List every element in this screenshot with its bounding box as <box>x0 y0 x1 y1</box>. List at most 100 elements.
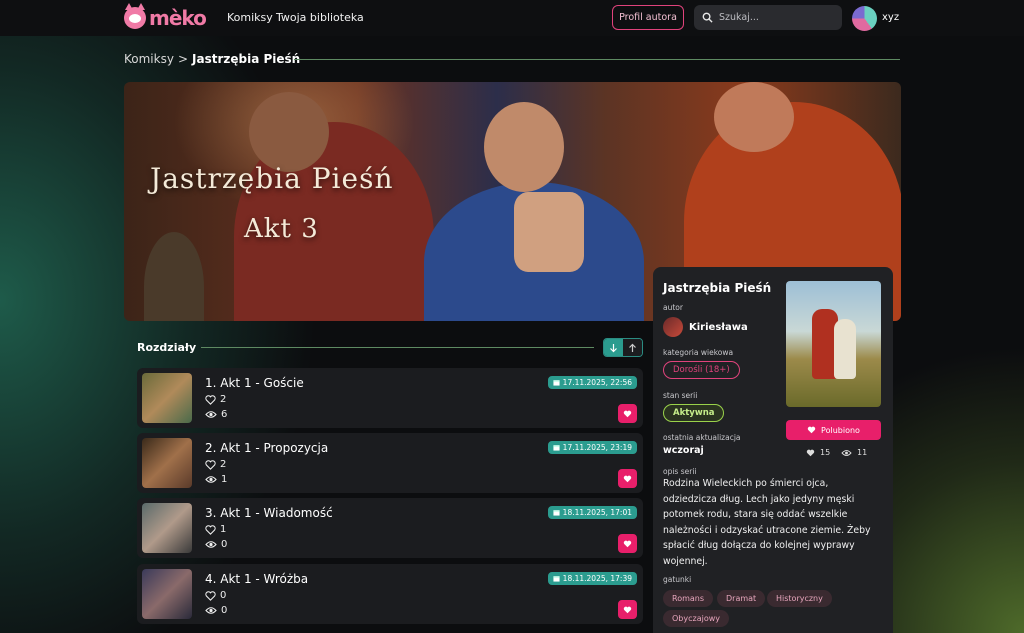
arrow-down-icon <box>610 343 617 352</box>
nav-link-library[interactable]: Twoja biblioteka <box>276 11 364 24</box>
genre-tag[interactable]: Dramat <box>717 590 766 607</box>
chapter-likes: 2 <box>205 459 226 470</box>
chapter-title: 3. Akt 1 - Wiadomość <box>205 506 333 520</box>
site-logo[interactable]: mèko <box>124 3 207 32</box>
views-count: 0 <box>221 539 228 550</box>
series-likes-count: 15 <box>806 448 830 457</box>
chapter-likes: 2 <box>205 394 226 405</box>
calendar-icon <box>553 576 560 582</box>
search-box[interactable] <box>694 5 842 30</box>
heart-icon <box>623 606 632 613</box>
chapter-likes: 1 <box>205 524 226 535</box>
search-input[interactable] <box>719 12 837 23</box>
chapter-views: 6 <box>205 409 227 420</box>
series-description: Rodzina Wieleckich po śmierci ojca, odzi… <box>663 478 871 567</box>
arrow-up-icon <box>629 343 636 352</box>
chapter-row[interactable]: 3. Akt 1 - Wiadomość 1 0 18.11.2025, 17:… <box>137 498 643 558</box>
chapter-date-badge: 17.11.2025, 22:56 <box>547 376 637 389</box>
breadcrumb: Komiksy > Jastrzębia Pieśń <box>124 52 300 66</box>
chapter-like-button[interactable] <box>618 600 637 619</box>
eye-icon <box>205 541 217 548</box>
chapter-date-badge: 18.11.2025, 17:01 <box>547 506 637 519</box>
series-title: Jastrzębia Pieśń <box>663 281 772 295</box>
eye-icon <box>205 476 217 483</box>
chapters-heading: Rozdziały <box>137 341 197 354</box>
series-cover-image <box>786 281 881 407</box>
chapter-row[interactable]: 2. Akt 1 - Propozycja 2 1 17.11.2025, 23… <box>137 433 643 493</box>
heart-outline-icon <box>205 394 216 405</box>
author-label: autor <box>663 303 683 312</box>
banner-subtitle: Akt 3 <box>244 214 319 244</box>
series-status-badge: Aktywna <box>663 404 725 422</box>
chapters-divider <box>201 347 594 348</box>
banner-title: Jastrzębia Pieśń <box>150 162 394 195</box>
likes-count: 2 <box>220 459 227 470</box>
chapter-thumbnail <box>142 569 192 619</box>
nav-link-comics[interactable]: Komiksy <box>227 11 273 24</box>
eye-icon <box>205 607 217 614</box>
chapter-views: 0 <box>205 605 227 616</box>
author-avatar <box>663 317 683 337</box>
chapter-row[interactable]: 1. Akt 1 - Goście 2 6 17.11.2025, 22:56 <box>137 368 643 428</box>
sort-descending-button[interactable] <box>604 339 623 356</box>
chapter-like-button[interactable] <box>618 469 637 488</box>
breadcrumb-separator: > <box>177 52 189 66</box>
likes-count: 2 <box>220 394 227 405</box>
sort-toggle <box>603 338 643 357</box>
chapter-like-button[interactable] <box>618 404 637 423</box>
heart-outline-icon <box>205 590 216 601</box>
cat-logo-icon <box>124 3 146 29</box>
chapter-like-button[interactable] <box>618 534 637 553</box>
genres-label: gatunki <box>663 575 692 584</box>
heart-icon <box>623 475 632 482</box>
eye-icon <box>205 411 217 418</box>
top-navigation-bar: mèko Komiksy Twoja biblioteka Profil aut… <box>0 0 1024 36</box>
chapter-title: 2. Akt 1 - Propozycja <box>205 441 329 455</box>
chapter-date-badge: 17.11.2025, 23:19 <box>547 441 637 454</box>
chapter-date-badge: 18.11.2025, 17:39 <box>547 572 637 585</box>
views-count: 0 <box>221 605 228 616</box>
chapter-title: 4. Akt 1 - Wróżba <box>205 572 309 586</box>
chapter-title: 1. Akt 1 - Goście <box>205 376 304 390</box>
user-avatar[interactable] <box>852 6 877 31</box>
sort-ascending-button[interactable] <box>623 339 642 356</box>
heart-icon <box>807 426 816 434</box>
last-update-label: ostatnia aktualizacja <box>663 433 741 442</box>
genre-tag[interactable]: Obyczajowy <box>663 610 730 627</box>
breadcrumb-divider <box>294 59 900 60</box>
age-category-label: kategoria wiekowa <box>663 348 734 357</box>
genre-tag[interactable]: Historyczny <box>767 590 832 607</box>
likes-count: 0 <box>220 590 227 601</box>
chapter-thumbnail <box>142 503 192 553</box>
genre-tag[interactable]: Romans <box>663 590 714 607</box>
views-count: 1 <box>221 474 228 485</box>
heart-outline-icon <box>205 524 216 535</box>
description-label: opis serii <box>663 467 697 476</box>
chapter-thumbnail <box>142 438 192 488</box>
search-icon <box>702 12 713 23</box>
breadcrumb-link-comics[interactable]: Komiksy <box>124 52 174 66</box>
username[interactable]: xyz <box>882 12 899 23</box>
calendar-icon <box>553 445 560 451</box>
age-rating-badge: Dorośli (18+) <box>663 361 740 379</box>
views-count: 6 <box>221 409 228 420</box>
liked-button[interactable]: Polubiono <box>786 420 881 440</box>
heart-outline-icon <box>205 459 216 470</box>
calendar-icon <box>553 510 560 516</box>
series-info-panel: Jastrzębia Pieśń autor Kiriesława katego… <box>653 267 893 633</box>
chapter-row[interactable]: 4. Akt 1 - Wróżba 0 0 18.11.2025, 17:39 <box>137 564 643 624</box>
likes-count: 1 <box>220 524 227 535</box>
series-views-count: 11 <box>841 448 867 457</box>
chapter-thumbnail <box>142 373 192 423</box>
series-status-label: stan serii <box>663 391 698 400</box>
eye-icon <box>841 449 852 456</box>
chapter-likes: 0 <box>205 590 226 601</box>
logo-text: mèko <box>149 6 207 30</box>
heart-icon <box>806 449 815 456</box>
chapter-views: 0 <box>205 539 227 550</box>
calendar-icon <box>553 380 560 386</box>
author-profile-button[interactable]: Profil autora <box>612 5 684 30</box>
author-link[interactable]: Kiriesława <box>663 317 748 337</box>
breadcrumb-current: Jastrzębia Pieśń <box>192 52 301 66</box>
heart-icon <box>623 410 632 417</box>
